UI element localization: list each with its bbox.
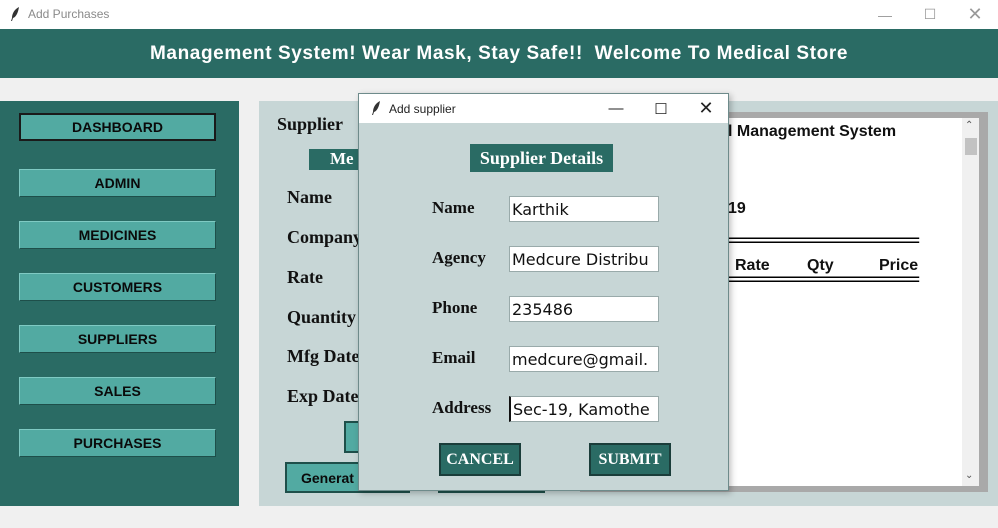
form-label-quantity: Quantity <box>287 307 357 327</box>
sidebar-item-suppliers[interactable]: SUPPLIERS <box>19 325 216 353</box>
sidebar: DASHBOARD ADMIN MEDICINES CUSTOMERS SUPP… <box>0 101 239 506</box>
cancel-button[interactable]: CANCEL <box>439 443 521 476</box>
window-titlebar: Add Purchases — ☐ ✕ <box>0 0 998 29</box>
scrollbar-thumb[interactable] <box>965 138 977 155</box>
scroll-down-icon[interactable]: ⌄ <box>965 470 973 481</box>
agency-field[interactable]: Medcure Distribu <box>509 246 659 272</box>
bill-separator-top: ============================== <box>720 234 920 250</box>
field-label-agency: Agency <box>432 248 486 267</box>
feather-icon <box>11 7 19 21</box>
sidebar-item-dashboard[interactable]: DASHBOARD <box>19 113 216 141</box>
window-title: Add Purchases <box>28 7 110 21</box>
form-label-rate: Rate <box>287 267 323 287</box>
address-field[interactable]: Sec-19, Kamothe <box>509 396 659 422</box>
sidebar-item-medicines[interactable]: MEDICINES <box>19 221 216 249</box>
submit-button[interactable]: SUBMIT <box>589 443 671 476</box>
bill-separator-bottom: ============================== <box>720 273 920 289</box>
bill-scrollbar[interactable]: ⌃ ⌄ <box>962 118 979 486</box>
minimize-icon[interactable]: — <box>862 0 908 29</box>
form-label-mfg-date: Mfg Date <box>287 346 360 366</box>
sidebar-item-purchases[interactable]: PURCHASES <box>19 429 216 457</box>
add-supplier-dialog: Add supplier — ☐ ✕ Supplier Details Name… <box>358 93 729 491</box>
maximize-icon[interactable]: ☐ <box>907 0 953 29</box>
scroll-up-icon[interactable]: ⌃ <box>965 120 973 131</box>
form-label-exp-date: Exp Date <box>287 386 359 406</box>
form-label-name: Name <box>287 187 332 207</box>
form-heading: Supplier <box>277 114 344 134</box>
field-label-phone: Phone <box>432 298 478 317</box>
dialog-close-icon[interactable]: ✕ <box>683 94 729 123</box>
field-label-email: Email <box>432 348 476 367</box>
dialog-header: Supplier Details <box>470 144 613 172</box>
name-field[interactable]: Karthik <box>509 196 659 222</box>
email-field[interactable]: medcure@gmail. <box>509 346 659 372</box>
dialog-title: Add supplier <box>389 102 456 116</box>
sidebar-item-sales[interactable]: SALES <box>19 377 216 405</box>
field-label-address: Address <box>432 398 492 417</box>
sidebar-item-admin[interactable]: ADMIN <box>19 169 216 197</box>
bill-date-line: 19 <box>728 200 746 217</box>
dialog-maximize-icon[interactable]: ☐ <box>638 94 684 123</box>
feather-icon <box>372 101 380 115</box>
dialog-minimize-icon[interactable]: — <box>593 94 639 123</box>
close-icon[interactable]: ✕ <box>952 0 998 29</box>
phone-field[interactable]: 235486 <box>509 296 659 322</box>
form-label-company: Company <box>287 227 363 247</box>
dialog-titlebar: Add supplier — ☐ ✕ <box>359 94 728 123</box>
field-label-name: Name <box>432 198 475 217</box>
marquee-banner: Management System! Wear Mask, Stay Safe!… <box>0 29 998 78</box>
sidebar-item-customers[interactable]: CUSTOMERS <box>19 273 216 301</box>
bill-title-line: l Management System <box>728 123 897 140</box>
